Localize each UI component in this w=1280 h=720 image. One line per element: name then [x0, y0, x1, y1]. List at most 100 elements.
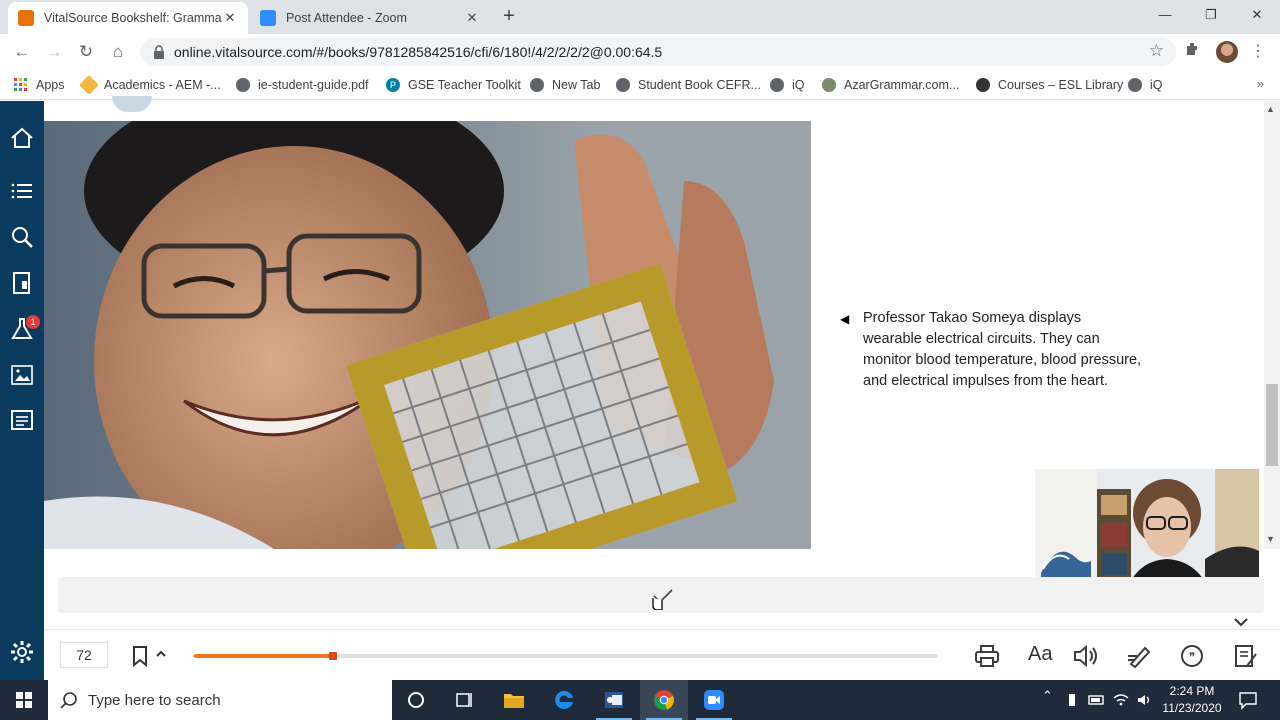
search-icon [60, 692, 77, 709]
bookmark-icon[interactable] [131, 645, 149, 667]
extensions-icon[interactable] [1184, 40, 1204, 62]
vitalsource-favicon-icon [18, 10, 34, 26]
collapse-chevron-icon[interactable] [1232, 615, 1250, 629]
chrome-button[interactable] [640, 680, 688, 720]
bookmarks-bar: Apps Academics - AEM -... ie-student-gui… [0, 70, 1280, 100]
minimize-button[interactable]: — [1142, 0, 1188, 30]
action-center-icon[interactable] [1238, 688, 1258, 712]
reading-progress-knob[interactable] [329, 652, 338, 660]
chevron-up-icon[interactable] [154, 647, 168, 661]
show-hidden-icons[interactable]: ⌃ [1042, 688, 1053, 712]
zoom-button[interactable] [690, 680, 738, 720]
tab-zoom[interactable]: Post Attendee - Zoom ✕ [250, 2, 490, 34]
bookmark-label: AzarGrammar.com... [844, 78, 960, 92]
bookmark-azargrammar[interactable]: AzarGrammar.com... [822, 76, 959, 94]
bookmark-star-icon[interactable]: ☆ [1149, 41, 1164, 61]
figures-icon[interactable] [8, 361, 36, 389]
reading-progress-fill [194, 654, 336, 658]
scroll-up-arrow-icon[interactable]: ▲ [1266, 104, 1275, 114]
address-bar[interactable]: online.vitalsource.com/#/books/978128584… [140, 38, 1176, 66]
pearson-icon: P [386, 78, 400, 92]
highlighter-icon[interactable] [1125, 642, 1153, 670]
tab-strip: VitalSource Bookshelf: Grammar ✕ Post At… [0, 0, 1280, 34]
browser-menu-icon[interactable]: ⋮ [1250, 41, 1266, 63]
bookmark-esl-library[interactable]: Courses – ESL Library [976, 76, 1123, 94]
bookmark-label: iQ [792, 78, 805, 92]
taskbar-search-box[interactable]: Type here to search [48, 680, 392, 720]
globe-icon [1128, 78, 1142, 92]
bookmark-label: Student Book CEFR... [638, 78, 761, 92]
close-tab-icon[interactable]: ✕ [222, 10, 238, 26]
volume-icon[interactable] [1136, 688, 1154, 712]
settings-icon[interactable] [8, 638, 36, 666]
bookmark-ie-student-guide[interactable]: ie-student-guide.pdf [236, 76, 369, 94]
bookmark-academics[interactable]: Academics - AEM -... [79, 75, 221, 95]
reload-button[interactable]: ↻ [74, 40, 98, 64]
globe-icon [236, 78, 250, 92]
close-tab-icon[interactable]: ✕ [464, 10, 480, 26]
close-window-button[interactable]: ✕ [1234, 0, 1280, 30]
print-icon[interactable] [973, 642, 1001, 670]
photo-caption: Professor Takao Someya displays wearable… [863, 310, 1142, 389]
new-tab-button[interactable]: + [498, 5, 520, 27]
url-text: online.vitalsource.com/#/books/978128584… [174, 44, 663, 60]
bookmark-gse-toolkit[interactable]: P GSE Teacher Toolkit [386, 76, 521, 94]
notes-icon[interactable] [8, 407, 36, 435]
zoom-icon [704, 690, 724, 710]
search-icon[interactable] [8, 223, 36, 251]
page-number-input[interactable]: 72 [60, 642, 108, 668]
bookmark-label: Academics - AEM -... [104, 78, 221, 92]
bookmark-iq-2[interactable]: iQ [1128, 76, 1163, 94]
usb-device-icon[interactable] [1066, 688, 1078, 712]
scroll-down-arrow-icon[interactable]: ▼ [1266, 534, 1275, 544]
bookmark-label: GSE Teacher Toolkit [408, 78, 521, 92]
home-button[interactable]: ⌂ [106, 40, 130, 64]
contents-icon[interactable] [8, 177, 36, 205]
reading-progress-bar[interactable] [194, 652, 938, 660]
wifi-icon[interactable] [1112, 688, 1130, 712]
battery-icon[interactable] [1088, 688, 1106, 712]
citation-icon[interactable]: ❞ [1178, 642, 1206, 670]
outlook-button[interactable] [590, 680, 638, 720]
svg-text:❞: ❞ [1189, 650, 1195, 664]
chrome-icon [654, 690, 674, 710]
task-view-button[interactable] [440, 680, 488, 720]
cursor-check-icon [652, 589, 673, 610]
bookmark-student-book[interactable]: Student Book CEFR... [616, 76, 761, 94]
profile-avatar[interactable] [1216, 41, 1238, 63]
flashcards-icon[interactable] [8, 269, 36, 297]
globe-icon [530, 78, 544, 92]
more-bookmarks-icon[interactable]: » [1257, 76, 1264, 91]
read-aloud-icon[interactable] [1071, 642, 1099, 670]
restore-button[interactable]: ❐ [1188, 0, 1234, 30]
cortana-button[interactable] [392, 680, 440, 720]
notebook-icon[interactable] [1231, 642, 1259, 670]
edge-button[interactable] [540, 680, 588, 720]
book-photo [44, 121, 811, 549]
apps-grid-icon [14, 78, 27, 91]
cortana-icon [408, 692, 424, 708]
tab-vitalsource[interactable]: VitalSource Bookshelf: Grammar ✕ [8, 2, 248, 34]
globe-icon [770, 78, 784, 92]
globe-icon [616, 78, 630, 92]
taskbar-clock[interactable]: 2:24 PM 11/23/2020 [1160, 683, 1224, 717]
clock-time: 2:24 PM [1169, 684, 1215, 698]
bookmark-label: Apps [36, 78, 65, 92]
forward-button[interactable]: → [42, 40, 66, 64]
bookmark-apps[interactable]: Apps [14, 76, 65, 94]
scrollbar-thumb[interactable] [1266, 384, 1278, 466]
text-size-icon[interactable]: Aa [1028, 643, 1052, 666]
zoom-favicon-icon [260, 10, 276, 26]
home-icon[interactable] [8, 124, 36, 152]
bookmark-iq[interactable]: iQ [770, 76, 805, 94]
academics-icon [79, 75, 99, 95]
page-scrollbar[interactable] [1264, 101, 1280, 549]
bookmark-new-tab[interactable]: New Tab [530, 76, 600, 94]
back-button[interactable]: ← [10, 40, 34, 64]
folder-icon [504, 694, 524, 708]
notification-badge: 1 [26, 315, 40, 329]
windows-start-icon[interactable] [0, 680, 48, 720]
lock-icon [154, 45, 164, 59]
bookmark-label: ie-student-guide.pdf [258, 78, 369, 92]
file-explorer-button[interactable] [490, 680, 538, 720]
